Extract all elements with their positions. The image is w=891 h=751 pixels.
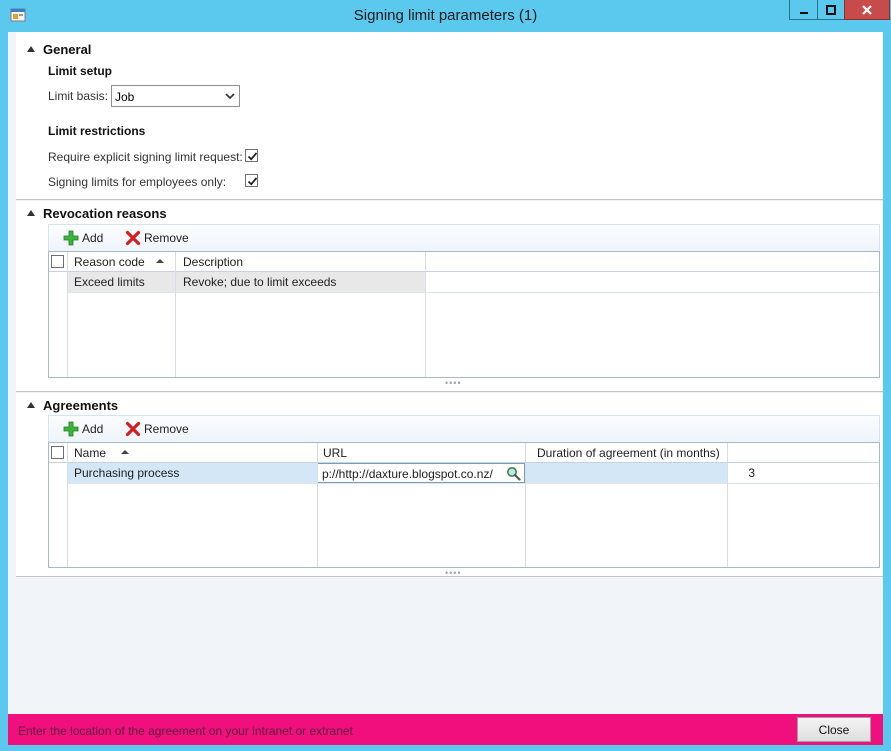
agreements-header[interactable]: Agreements (16, 396, 118, 414)
window-title: Signing limit parameters (1) (353, 7, 538, 24)
revocation-header[interactable]: Revocation reasons (16, 204, 167, 222)
revocation-action-pane: Add Remove (48, 224, 880, 251)
limit-restrictions-title: Limit restrictions (48, 124, 146, 138)
agreement-name-cell[interactable]: Purchasing process (74, 466, 179, 480)
title-bar: Signing limit parameters (1) (0, 0, 891, 32)
row-divider (68, 483, 879, 484)
remove-x-icon (125, 230, 141, 246)
url-value: p://http://daxture.blogspot.co.nz/ (322, 467, 493, 481)
col-divider (175, 252, 176, 377)
remove-label: Remove (144, 422, 189, 436)
col-divider (317, 443, 318, 567)
resize-grip[interactable]: •••• (445, 568, 462, 578)
add-label: Add (82, 422, 104, 436)
minimize-button[interactable] (789, 0, 817, 20)
revocation-grid: Reason code Description Exceed limits Re… (48, 251, 880, 378)
collapse-triangle-icon[interactable] (27, 46, 35, 52)
col-divider (727, 443, 728, 567)
agreements-section: Agreements Add Remove Name URL Duration … (16, 393, 883, 578)
form-client-area: General Limit setup Limit basis: Job Lim… (8, 32, 883, 714)
col-reason-code[interactable]: Reason code (74, 255, 145, 269)
limit-basis-value: Job (115, 90, 135, 104)
col-description[interactable]: Description (183, 255, 243, 269)
agreements-grid: Name URL Duration of agreement (in month… (48, 442, 880, 568)
chevron-down-icon[interactable] (225, 91, 235, 101)
limit-basis-combobox[interactable]: Job (111, 85, 240, 107)
require-explicit-checkbox[interactable] (245, 149, 258, 162)
general-section: General Limit setup Limit basis: Job Lim… (16, 32, 883, 200)
revocation-reasons-section: Revocation reasons Add Remove Reason cod… (16, 201, 883, 392)
agreements-action-pane: Add Remove (48, 415, 880, 442)
add-plus-icon (63, 421, 79, 437)
search-icon[interactable] (506, 466, 521, 481)
require-explicit-label: Require explicit signing limit request: (48, 150, 243, 164)
description-cell[interactable]: Revoke; due to limit exceeds (183, 275, 336, 289)
resize-grip[interactable]: •••• (445, 378, 462, 388)
col-divider (425, 252, 426, 377)
sort-ascending-icon (156, 259, 164, 263)
agreements-grid-header: Name URL Duration of agreement (in month… (49, 443, 879, 463)
checkmark-icon (247, 152, 258, 161)
employees-only-checkbox[interactable] (245, 174, 258, 187)
close-window-button[interactable] (844, 0, 890, 20)
revocation-add-button[interactable]: Add (63, 230, 103, 246)
general-header[interactable]: General (16, 40, 91, 58)
remove-x-icon (125, 421, 141, 437)
general-title: General (43, 41, 92, 57)
agreements-remove-button[interactable]: Remove (125, 421, 189, 437)
maximize-button[interactable] (817, 0, 844, 20)
sort-ascending-icon (121, 450, 129, 454)
minimize-icon (799, 11, 808, 14)
col-duration[interactable]: Duration of agreement (in months) (537, 446, 720, 460)
limit-setup-title: Limit setup (48, 64, 113, 78)
col-url[interactable]: URL (323, 446, 347, 460)
add-label: Add (82, 231, 104, 245)
status-help-text: Enter the location of the agreement on y… (18, 724, 353, 738)
limit-basis-label: Limit basis: (48, 89, 109, 103)
col-divider (525, 443, 526, 567)
url-input[interactable]: p://http://daxture.blogspot.co.nz/ (317, 463, 525, 483)
collapse-triangle-icon[interactable] (27, 402, 35, 408)
revocation-remove-button[interactable]: Remove (125, 230, 189, 246)
col-divider (67, 443, 68, 567)
duration-cell[interactable]: 3 (748, 466, 755, 480)
close-button[interactable]: Close (797, 717, 871, 742)
collapse-triangle-icon[interactable] (27, 210, 35, 216)
employees-only-label: Signing limits for employees only: (48, 175, 227, 189)
add-plus-icon (63, 230, 79, 246)
agreements-title: Agreements (43, 397, 119, 413)
col-divider (67, 252, 68, 377)
status-bar: Enter the location of the agreement on y… (8, 714, 883, 745)
col-name[interactable]: Name (74, 446, 106, 460)
revocation-grid-header: Reason code Description (49, 252, 879, 272)
close-icon (862, 4, 872, 15)
reason-code-cell[interactable]: Exceed limits (74, 275, 145, 289)
row-divider (68, 292, 879, 293)
maximize-icon (826, 4, 836, 15)
checkmark-icon (247, 177, 258, 186)
remove-label: Remove (144, 231, 189, 245)
select-all-checkbox[interactable] (51, 255, 64, 268)
revocation-title: Revocation reasons (43, 205, 167, 221)
select-all-checkbox[interactable] (51, 446, 64, 459)
agreements-add-button[interactable]: Add (63, 421, 103, 437)
